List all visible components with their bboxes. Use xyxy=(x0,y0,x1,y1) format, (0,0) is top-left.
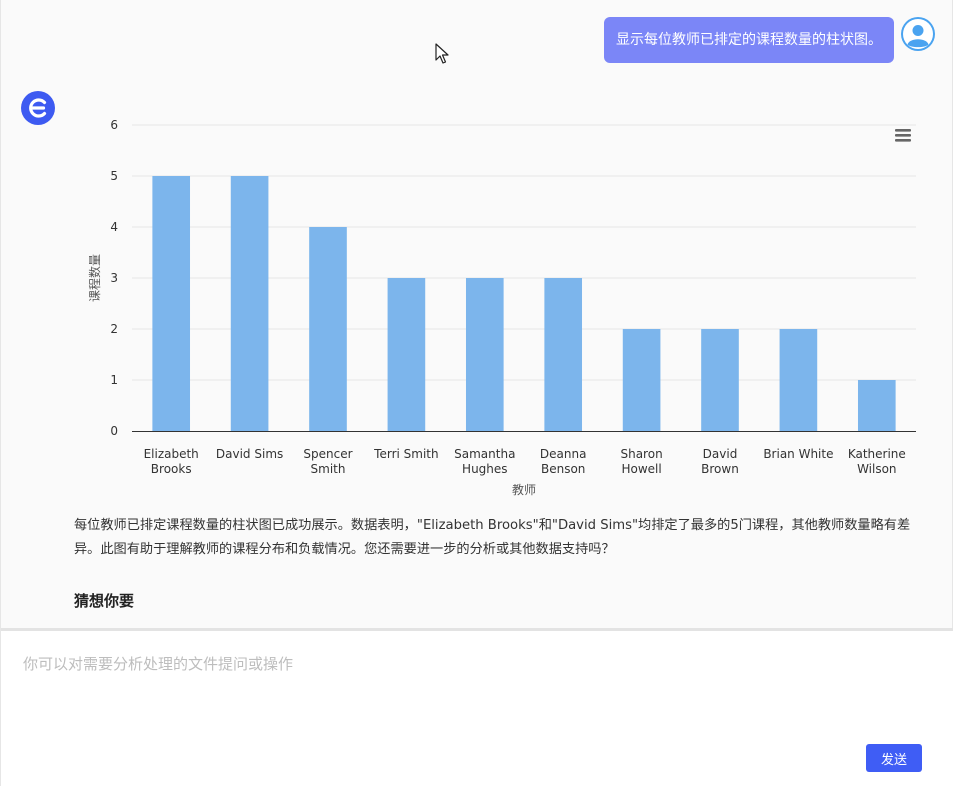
x-tick-label: Brian White xyxy=(763,447,833,461)
bar xyxy=(701,329,739,431)
bar xyxy=(309,227,347,431)
y-axis-title: 课程数量 xyxy=(87,254,102,302)
x-axis-title: 教师 xyxy=(512,482,536,497)
mouse-cursor-icon xyxy=(435,43,449,64)
x-tick-label: Elizabeth Brooks xyxy=(144,447,199,476)
x-tick-label: Samantha Hughes xyxy=(454,447,515,476)
y-tick-label: 4 xyxy=(110,220,118,234)
user-avatar-icon[interactable] xyxy=(901,17,935,51)
bar xyxy=(779,329,818,431)
y-tick-label: 1 xyxy=(110,373,118,387)
x-tick-label: Sharon Howell xyxy=(620,447,662,476)
e-logo-icon xyxy=(21,91,55,125)
x-tick-label: Terri Smith xyxy=(373,447,438,461)
hamburger-menu-icon[interactable] xyxy=(895,129,911,142)
input-area: 发送 xyxy=(1,631,953,786)
y-tick-label: 0 xyxy=(110,424,118,438)
y-tick-label: 5 xyxy=(110,169,118,183)
send-button[interactable]: 发送 xyxy=(866,744,922,772)
x-tick-label: David Sims xyxy=(216,447,283,461)
y-tick-label: 2 xyxy=(110,322,118,336)
suggestions-heading: 猜想你要 xyxy=(74,592,135,610)
bar xyxy=(152,176,191,431)
bar xyxy=(622,329,661,431)
assistant-reply: 每位教师已排定课程数量的柱状图已成功展示。数据表明，"Elizabeth Bro… xyxy=(74,518,911,557)
bar xyxy=(230,176,269,431)
message-input[interactable] xyxy=(23,653,923,753)
bar xyxy=(465,278,504,431)
x-tick-label: Deanna Benson xyxy=(540,447,587,476)
bar xyxy=(387,278,426,431)
bar xyxy=(857,380,896,431)
y-tick-label: 6 xyxy=(110,118,118,132)
x-tick-label: David Brown xyxy=(701,447,739,476)
x-tick-label: Spencer Smith xyxy=(303,447,352,476)
x-tick-label: Katherine Wilson xyxy=(848,447,906,476)
bar-chart: 0 1 2 3 4 5 6 Elizabeth Brooks David Sims Spencer S… xyxy=(87,118,916,497)
y-tick-label: 3 xyxy=(110,271,118,285)
bar xyxy=(544,278,583,431)
user-message-bubble: 显示每位教师已排定的课程数量的柱状图。 xyxy=(604,17,894,63)
chat-window: 显示每位教师已排定的课程数量的柱状图。 0 1 2 3 4 5 6 Elizabeth Broo… xyxy=(0,0,953,786)
